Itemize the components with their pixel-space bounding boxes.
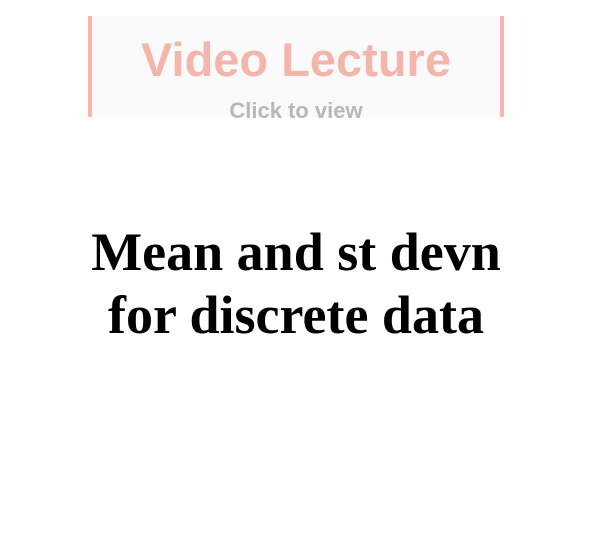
slide-title: Mean and st devn for discrete data [0,221,592,347]
video-lecture-button[interactable]: Video Lecture Click to view [88,16,504,123]
click-to-view-label: Click to view [229,98,363,123]
video-lecture-label: Video Lecture [141,33,451,86]
slide-title-line-1: Mean and st devn [91,222,501,282]
slide-title-line-2: for discrete data [108,285,484,345]
